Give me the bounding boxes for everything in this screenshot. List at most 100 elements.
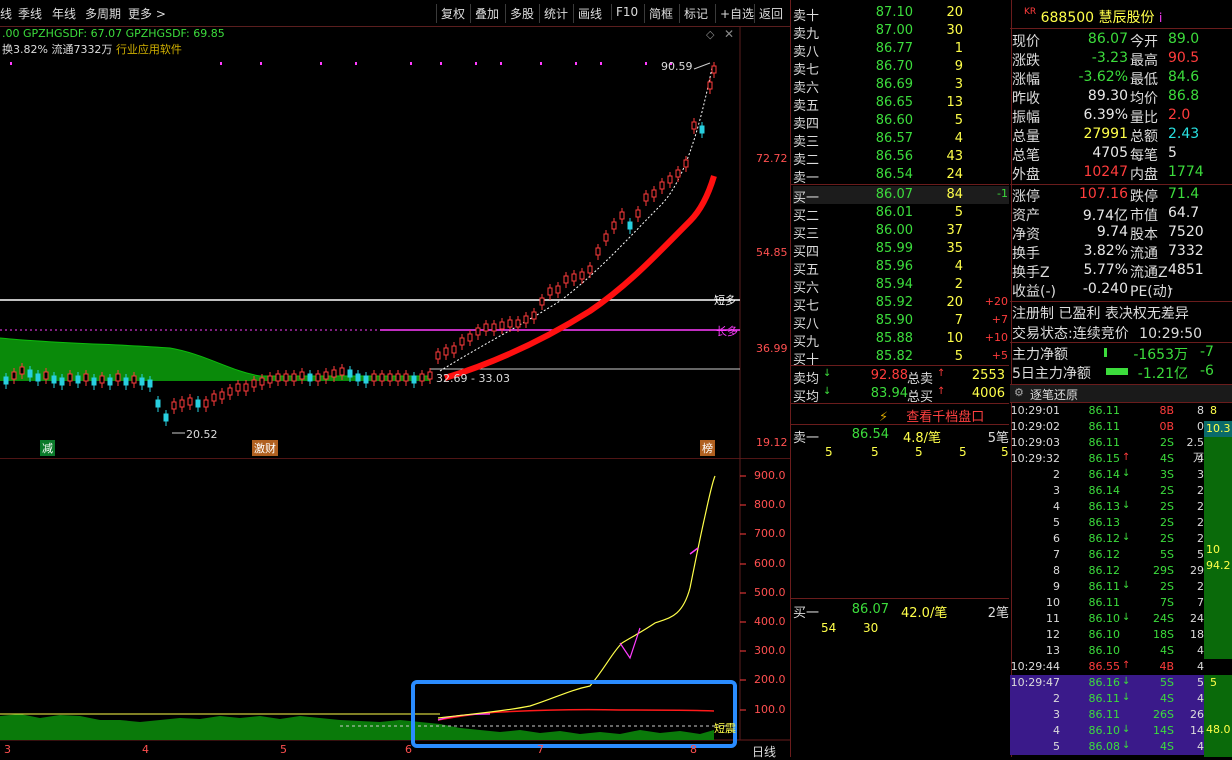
bid-row[interactable]: 买六 85.94 2 [793,276,1009,296]
back-button[interactable]: 返回 [754,4,787,23]
draw-line-button[interactable]: 画线 [573,4,606,23]
ask-row[interactable]: 卖六 86.69 3 [793,76,1009,96]
badge-incentive[interactable]: 激财 [252,440,278,456]
arrow-down-icon: ↓ [1122,692,1131,703]
sub-y-700: 700.0 [754,527,786,540]
arrow-down-icon: ↓ [1122,612,1131,623]
tick-row[interactable]: 10:29:02 86.11 0B 0 [1010,419,1232,435]
period-week[interactable]: 线 [0,5,12,22]
stock-header[interactable]: KR 688500 慧辰股份 i [1024,7,1162,27]
period-multi[interactable]: 多周期 [85,5,121,22]
bid-row[interactable]: 买七 85.92 20 +20 [793,294,1009,314]
add-watchlist-button[interactable]: +自选 [715,4,758,23]
bid-row[interactable]: 买三 86.00 37 [793,222,1009,242]
tick-row[interactable]: 2 86.11 ↓ 4S 4 [1010,691,1232,707]
ask-levels: 卖十 87.10 20 卖九 87.00 30 卖八 86.77 1 卖七 86.70 9 卖六 86.6… [791,4,1009,186]
tick-row[interactable]: 10:29:32 86.15 ↑ 4S 4 [1010,451,1232,467]
bid-price: 85.90 [875,313,913,328]
simple-frame-button[interactable]: 简框 [644,4,677,23]
bid-row[interactable]: 买八 85.90 7 +7 [793,312,1009,332]
ask-row[interactable]: 卖八 86.77 1 [793,40,1009,60]
ask-row[interactable]: 卖三 86.57 4 [793,130,1009,150]
period-year[interactable]: 年线 [52,5,76,22]
indicator-chart[interactable]: 900.0 800.0 700.0 600.0 500.0 400.0 300.… [0,458,790,760]
tick-row[interactable]: 5 86.08 ↓ 4S 4 [1010,739,1232,755]
tick-row[interactable]: 13 86.10 4S 4 [1010,643,1232,659]
quote-key: 总笔 [1012,148,1040,164]
tick-list[interactable]: 10:29:01 86.11 8B 8 10:29:02 86.11 0B 0 10:29:03… [1010,403,1232,757]
bid-volume: 5 [954,205,963,220]
overlay-button[interactable]: 叠加 [470,4,503,23]
arrow-down-icon: ↓ [823,386,832,397]
multi-stock-button[interactable]: 多股 [505,4,538,23]
tick-price: 86.12 [1088,532,1121,545]
mark-button[interactable]: 标记 [679,4,712,23]
badge-rank[interactable]: 榜 [700,440,715,456]
tick-tab[interactable]: ⚙ 逐笔还原 [1010,384,1232,403]
tick-count: 2 [1197,484,1204,497]
quote-key: 振幅 [1012,110,1040,126]
period-label[interactable]: 日线 [752,743,776,760]
candle-body [499,321,505,330]
tick-row[interactable]: 3 86.14 2S 2 [1010,483,1232,499]
tick-row[interactable]: 6 86.12 ↓ 2S 2 [1010,531,1232,547]
quote-value: 90.5 [1168,50,1200,66]
tick-row[interactable]: 10:29:47 86.16 ↓ 5S 5 [1010,675,1232,691]
candle-body [171,401,177,410]
badge-reduce[interactable]: 减 [40,440,55,456]
tick-row[interactable]: 2 86.14 ↓ 3S 3 [1010,467,1232,483]
ask-row[interactable]: 卖二 86.56 43 [793,148,1009,168]
bid-row[interactable]: 买一 86.07 84 -1 [793,186,1009,206]
tick-row[interactable]: 5 86.13 2S 2 [1010,515,1232,531]
bid-price: 85.82 [875,349,913,364]
x-label-4: 4 [142,743,149,756]
quote-row: 换手 3.82% 流通 7332 [1012,243,1232,262]
candle-body [675,169,681,178]
ask-row[interactable]: 卖四 86.60 5 [793,112,1009,132]
ask-price: 87.10 [875,5,913,20]
bid-row[interactable]: 买二 86.01 5 [793,204,1009,224]
candle-body [523,315,529,324]
f10-button[interactable]: F10 [611,4,642,20]
tick-row[interactable]: 10 86.11 7S 7 [1010,595,1232,611]
statistics-button[interactable]: 统计 [539,4,572,23]
tick-row[interactable]: 4 86.13 ↓ 2S 2 [1010,499,1232,515]
quote-value: -0.240 [1082,281,1128,297]
tick-row[interactable]: 7 86.12 5S 5 [1010,547,1232,563]
ask-volume: 30 [946,23,963,38]
view-depth-button[interactable]: ⚡ 查看千档盘口 [879,406,984,425]
candle-body [603,233,609,242]
bid-row[interactable]: 买九 85.88 10 +10 [793,330,1009,350]
kline-chart[interactable]: .00 GPZHGSDF: 67.07 GPZHGSDF: 69.85 换3.8… [0,26,790,458]
arrow-up-icon: ↑ [1122,452,1131,463]
tick-row[interactable]: 10:29:44 86.55 ↑ 4B 4 [1010,659,1232,675]
tick-row[interactable]: 10:29:03 86.11 2S 2.5万 [1010,435,1232,464]
arrow-down-icon: ↓ [1122,468,1131,479]
tick-row[interactable]: 8 86.12 29S 29 [1010,563,1232,579]
tick-price: 86.11 [1088,692,1121,705]
ask-row[interactable]: 卖五 86.65 13 [793,94,1009,114]
period-quarter[interactable]: 季线 [18,5,42,22]
candle-body [235,383,241,392]
tick-row[interactable]: 10:29:01 86.11 8B 8 [1010,403,1232,419]
tick-row[interactable]: 3 86.11 26S 26 [1010,707,1232,723]
ask-row[interactable]: 卖一 86.54 24 [793,166,1009,186]
tick-row[interactable]: 4 86.10 ↓ 14S 14 [1010,723,1232,739]
settings-icon[interactable]: ⚙ [1014,386,1024,399]
ask-row[interactable]: 卖十 87.10 20 [793,4,1009,24]
info-icon[interactable]: i [1159,11,1162,25]
candle-body [635,209,641,218]
bid-row[interactable]: 买五 85.96 4 [793,258,1009,278]
bid-row[interactable]: 买四 85.99 35 [793,240,1009,260]
tick-row[interactable]: 11 86.10 ↓ 24S 24 [1010,611,1232,627]
period-more[interactable]: 更多 > [128,5,166,22]
bid-price: 85.96 [875,259,913,274]
tick-time: 2 [1053,692,1060,705]
tick-row[interactable]: 9 86.11 ↓ 2S 2 [1010,579,1232,595]
ask-row[interactable]: 卖七 86.70 9 [793,58,1009,78]
bid-row[interactable]: 买十 85.82 5 +5 [793,348,1009,368]
tick-row[interactable]: 12 86.10 18S 18 [1010,627,1232,643]
restore-rights-button[interactable]: 复权 [436,4,469,23]
quote-value: 9.74 [1096,224,1128,240]
ask-row[interactable]: 卖九 87.00 30 [793,22,1009,42]
